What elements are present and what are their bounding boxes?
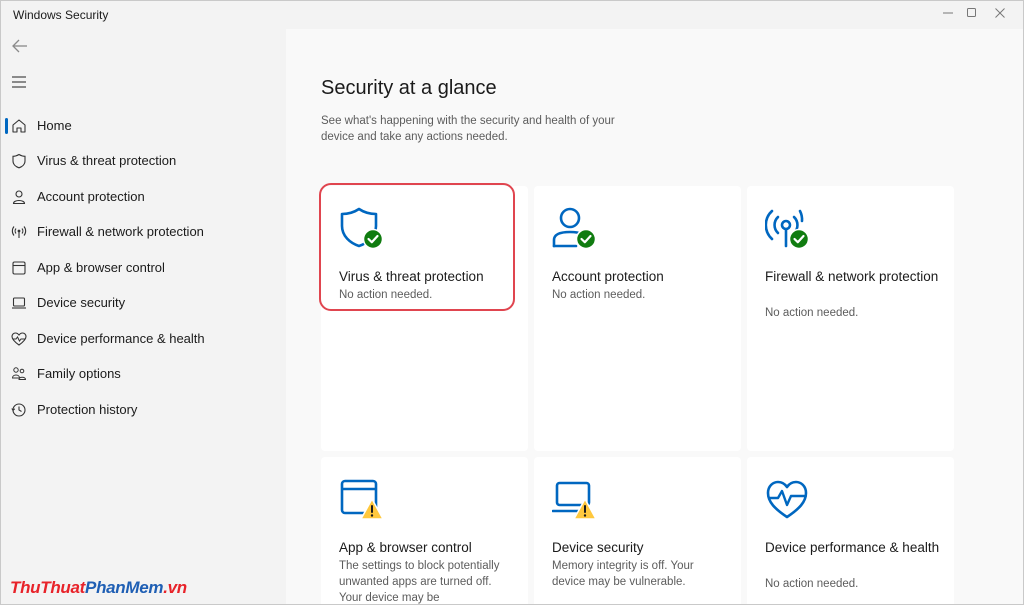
page-subtitle: See what's happening with the security a…	[321, 115, 615, 143]
card-title: Firewall & network protection	[765, 269, 939, 284]
card-account-protection[interactable]: Account protection No action needed.	[534, 186, 741, 451]
card-status: No action needed.	[765, 307, 859, 319]
person-check-icon	[552, 207, 597, 250]
antenna-icon	[11, 226, 27, 238]
laptop-icon	[12, 297, 26, 309]
sidebar: Home Virus & threat protection Account p…	[1, 29, 286, 604]
person-icon	[12, 190, 26, 205]
sidebar-item-label: Family options	[37, 366, 121, 381]
app-window: Windows Security Home Virus & threat pro…	[0, 0, 1024, 605]
sidebar-item-app-browser[interactable]: App & browser control	[5, 252, 281, 284]
watermark-part2: PhanMem	[85, 578, 164, 597]
window-title: Windows Security	[13, 8, 109, 22]
sidebar-item-device-performance[interactable]: Device performance & health	[5, 323, 281, 355]
card-status: The settings to block potentially unwant…	[339, 560, 500, 604]
app-window-icon	[12, 261, 26, 275]
card-status: No action needed.	[552, 289, 646, 301]
sidebar-item-label: Firewall & network protection	[37, 224, 204, 239]
history-icon	[11, 403, 26, 417]
card-app-browser-control[interactable]: App & browser control The settings to bl…	[321, 457, 528, 604]
main-panel: Security at a glance See what's happenin…	[286, 29, 1023, 604]
title-bar: Windows Security	[1, 1, 1023, 29]
watermark-part3: .vn	[163, 578, 187, 597]
shield-icon	[12, 153, 26, 169]
laptop-warning-icon	[552, 481, 597, 520]
sidebar-item-account[interactable]: Account protection	[5, 181, 281, 213]
sidebar-item-home[interactable]: Home	[5, 110, 281, 142]
sidebar-item-label: Home	[37, 118, 72, 133]
card-title: Device security	[552, 540, 644, 555]
sidebar-item-label: Virus & threat protection	[37, 153, 177, 168]
heart-check-icon	[766, 480, 808, 519]
card-device-security[interactable]: Device security Memory integrity is off.…	[534, 457, 741, 604]
sidebar-item-label: App & browser control	[37, 260, 165, 275]
sidebar-item-protection-history[interactable]: Protection history	[5, 394, 281, 426]
hamburger-menu-icon[interactable]	[11, 75, 27, 89]
card-title: Device performance & health	[765, 540, 940, 555]
watermark-part1: ThuThuat	[10, 578, 86, 597]
home-icon	[12, 119, 26, 133]
card-device-performance-health[interactable]: Device performance & health No action ne…	[747, 457, 954, 604]
card-firewall-network-protection[interactable]: Firewall & network protection No action …	[747, 186, 954, 451]
watermark: ThuThuatPhanMem.vn	[10, 578, 187, 598]
back-arrow-icon[interactable]	[11, 37, 29, 55]
maximize-icon	[967, 8, 976, 17]
sidebar-item-virus-threat[interactable]: Virus & threat protection	[5, 145, 281, 177]
sidebar-item-label: Protection history	[37, 402, 138, 417]
close-icon	[995, 8, 1005, 18]
sidebar-item-label: Account protection	[37, 189, 145, 204]
card-title: App & browser control	[339, 540, 472, 555]
sidebar-item-family[interactable]: Family options	[5, 358, 281, 390]
card-status: Memory integrity is off. Your device may…	[552, 560, 694, 588]
card-title: Virus & threat protection	[339, 269, 484, 284]
main-content: Security at a glance See what's happenin…	[286, 29, 1023, 604]
app-window-warning-icon	[340, 479, 384, 520]
card-title: Account protection	[552, 269, 664, 284]
sidebar-item-label: Device security	[37, 295, 126, 310]
antenna-check-icon	[765, 209, 810, 250]
family-icon	[11, 367, 27, 380]
close-button[interactable]	[977, 1, 1023, 25]
card-virus-threat-protection[interactable]: Virus & threat protection No action need…	[321, 186, 528, 451]
card-status: No action needed.	[765, 578, 859, 590]
sidebar-item-device-security[interactable]: Device security	[5, 287, 281, 319]
shield-check-icon	[340, 207, 384, 250]
page-title: Security at a glance	[321, 77, 497, 99]
card-status: No action needed.	[339, 289, 433, 301]
sidebar-item-label: Device performance & health	[37, 331, 205, 346]
heart-pulse-icon	[11, 332, 27, 346]
sidebar-item-firewall[interactable]: Firewall & network protection	[5, 216, 281, 248]
